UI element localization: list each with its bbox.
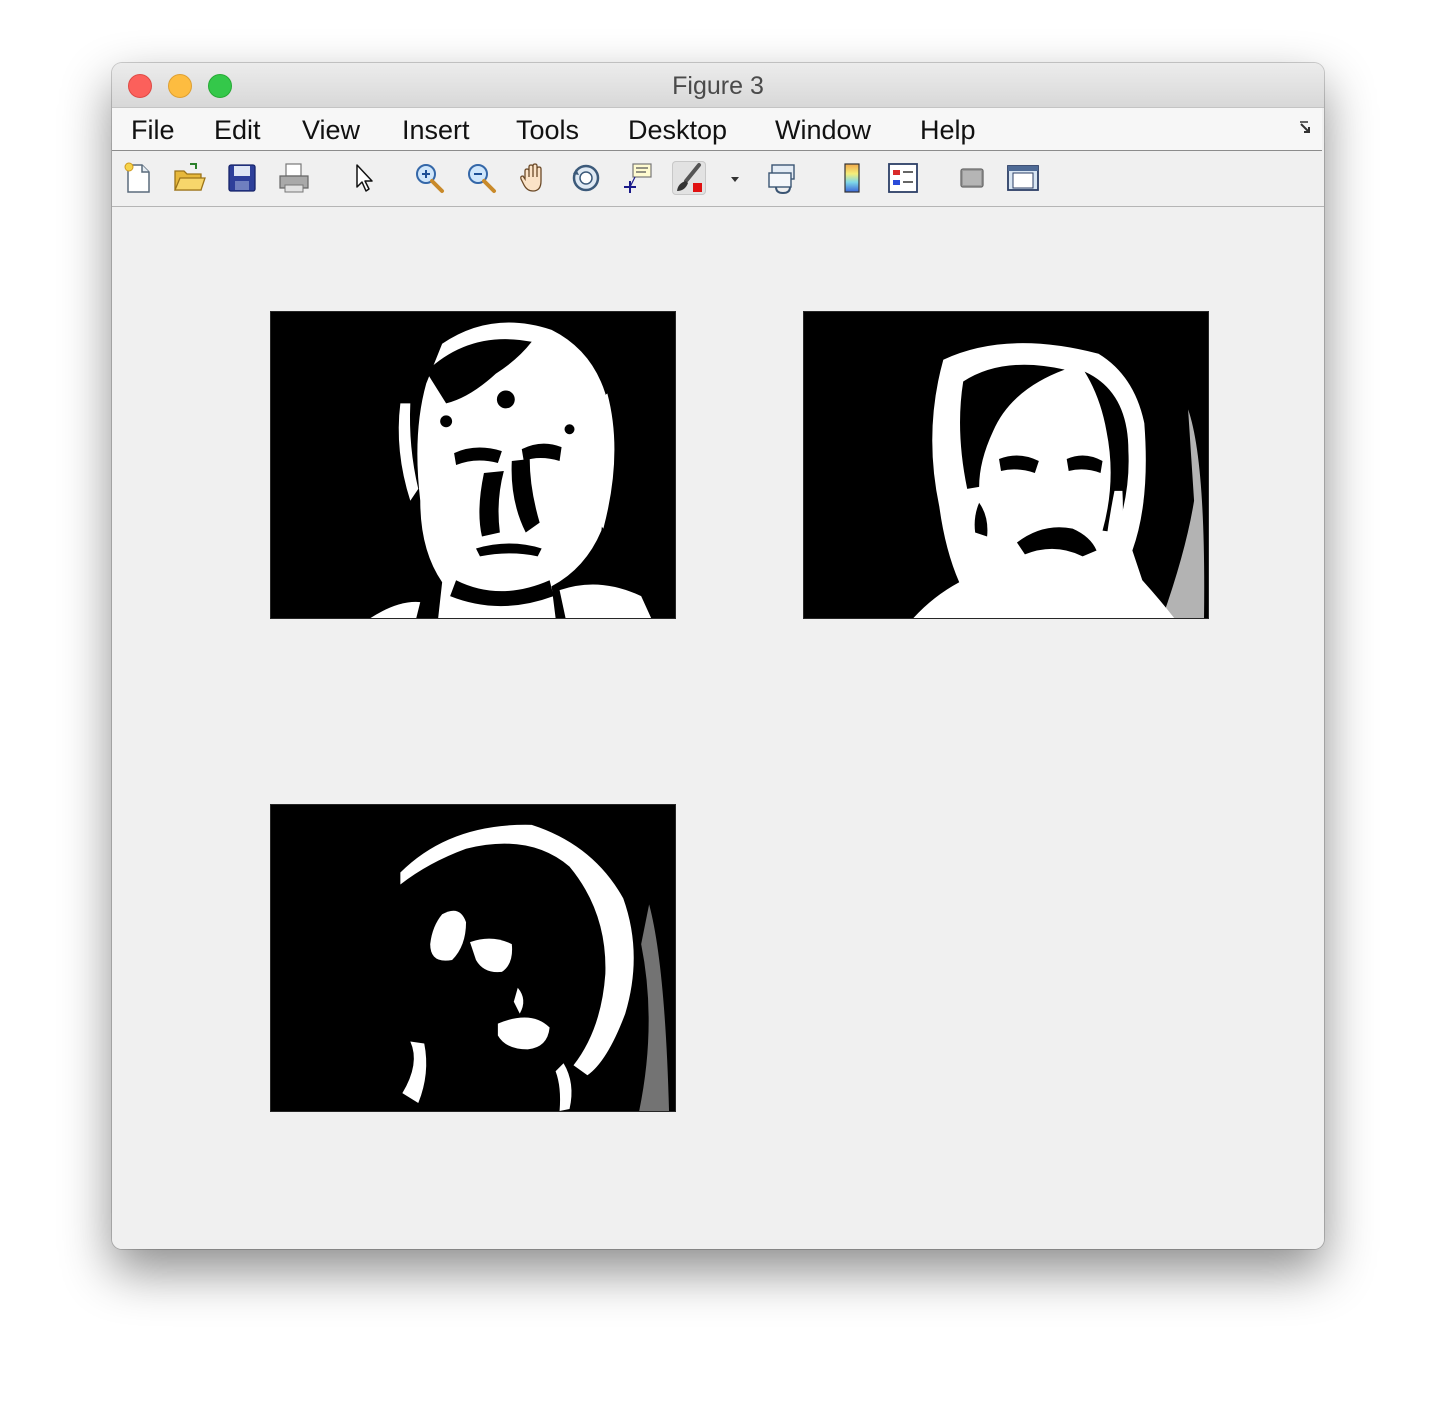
figure-canvas[interactable] — [112, 207, 1324, 1249]
menu-file[interactable]: File — [131, 108, 175, 150]
open-file-icon[interactable] — [172, 161, 206, 195]
link-plot-icon[interactable] — [766, 161, 800, 195]
hide-plot-tools-icon[interactable] — [955, 161, 989, 195]
menu-bar: File Edit View Insert Tools Desktop Wind… — [112, 108, 1322, 151]
legend-icon[interactable] — [886, 161, 920, 195]
title-bar[interactable]: Figure 3 — [112, 63, 1324, 108]
dock-arrow-icon[interactable] — [1298, 120, 1314, 136]
print-icon[interactable] — [277, 161, 311, 195]
data-cursor-icon[interactable] — [621, 161, 655, 195]
show-plot-tools-icon[interactable] — [1006, 161, 1040, 195]
subplot-image-2[interactable] — [803, 311, 1209, 619]
menu-view[interactable]: View — [302, 108, 360, 150]
menu-help[interactable]: Help — [920, 108, 976, 150]
brush-icon[interactable] — [672, 161, 706, 195]
edit-plot-arrow-icon[interactable] — [347, 161, 381, 195]
menu-window[interactable]: Window — [775, 108, 871, 150]
subplot-image-3[interactable] — [270, 804, 676, 1112]
new-figure-icon[interactable] — [121, 161, 155, 195]
figure-toolbar — [112, 151, 1324, 207]
brush-dropdown-icon[interactable] — [718, 161, 739, 195]
zoom-out-icon[interactable] — [464, 161, 498, 195]
menu-insert[interactable]: Insert — [402, 108, 470, 150]
menu-edit[interactable]: Edit — [214, 108, 261, 150]
subplot-image-1[interactable] — [270, 311, 676, 619]
zoom-in-icon[interactable] — [412, 161, 446, 195]
colorbar-icon[interactable] — [835, 161, 869, 195]
rotate-3d-icon[interactable] — [569, 161, 603, 195]
menu-tools[interactable]: Tools — [516, 108, 579, 150]
menu-desktop[interactable]: Desktop — [628, 108, 727, 150]
pan-hand-icon[interactable] — [517, 161, 551, 195]
save-icon[interactable] — [225, 161, 259, 195]
figure-window: Figure 3 File Edit View Insert Tools Des… — [112, 63, 1324, 1249]
window-title: Figure 3 — [672, 72, 764, 100]
